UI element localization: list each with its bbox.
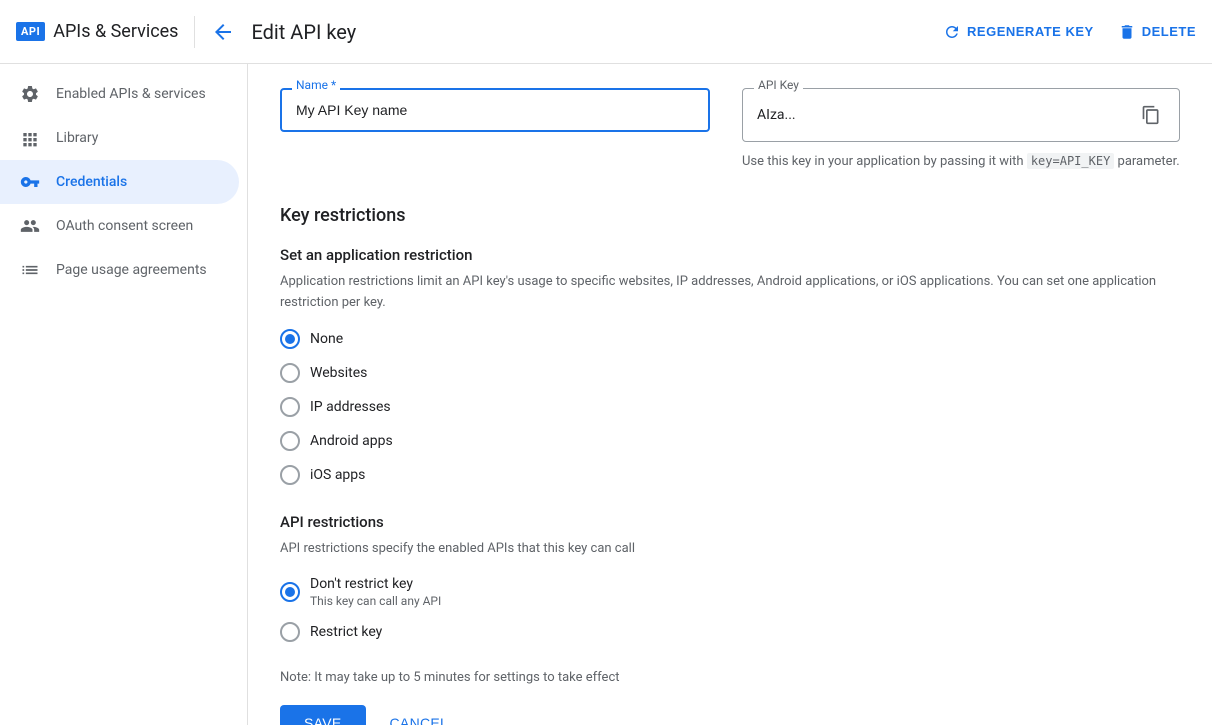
sidebar-item-enabled-apis[interactable]: Enabled APIs & services	[0, 72, 239, 116]
topbar: API APIs & Services Edit API key REGENER…	[0, 0, 1212, 64]
sidebar-item-oauth[interactable]: OAuth consent screen	[0, 204, 239, 248]
sidebar-item-page-usage[interactable]: Page usage agreements	[0, 248, 239, 292]
main-layout: Enabled APIs & services Library Credenti…	[0, 64, 1212, 725]
people-icon	[20, 216, 40, 236]
topbar-actions: REGENERATE KEY DELETE	[943, 23, 1196, 41]
note-text: Note: It may take up to 5 minutes for se…	[280, 670, 1180, 685]
api-restriction-dont-restrict[interactable]: Don't restrict key This key can call any…	[280, 576, 1180, 608]
key-restrictions-title: Key restrictions	[280, 205, 1180, 226]
app-restriction-ip[interactable]: IP addresses	[280, 397, 1180, 417]
app-title: APIs & Services	[53, 21, 178, 42]
action-buttons: SAVE CANCEL	[280, 705, 1180, 725]
back-button[interactable]	[211, 20, 235, 44]
list-icon	[20, 260, 40, 280]
radio-dont-restrict-indicator	[280, 582, 300, 602]
name-input[interactable]	[280, 88, 710, 132]
grid-icon	[20, 128, 40, 148]
sidebar-item-label: Library	[56, 130, 98, 146]
api-restriction-dont-restrict-label: Don't restrict key	[310, 576, 441, 592]
cancel-button[interactable]: CANCEL	[382, 705, 457, 725]
api-restriction-restrict-label: Restrict key	[310, 624, 382, 640]
regenerate-key-button[interactable]: REGENERATE KEY	[943, 23, 1094, 41]
api-key-hint: Use this key in your application by pass…	[742, 152, 1180, 173]
app-restriction-websites-label: Websites	[310, 365, 367, 381]
app-restriction-websites[interactable]: Websites	[280, 363, 1180, 383]
api-key-value: AIza...	[757, 107, 1129, 123]
api-restriction-dont-restrict-sub: This key can call any API	[310, 594, 441, 608]
app-restriction-radio-group: None Websites IP addresses Android apps …	[280, 329, 1180, 485]
name-field-group: Name *	[280, 88, 710, 173]
api-key-wrapper: AIza...	[742, 88, 1180, 142]
api-logo-badge: API	[16, 22, 45, 41]
api-restriction-desc: API restrictions specify the enabled API…	[280, 539, 1180, 560]
radio-android-indicator	[280, 431, 300, 451]
api-restriction-title: API restrictions	[280, 513, 1180, 531]
app-restriction-ios[interactable]: iOS apps	[280, 465, 1180, 485]
copy-api-key-button[interactable]	[1137, 101, 1165, 129]
app-logo: API APIs & Services	[16, 21, 178, 42]
page-title: Edit API key	[251, 20, 927, 44]
app-restriction-ip-label: IP addresses	[310, 399, 391, 415]
content-area: Name * API Key AIza...	[248, 64, 1212, 725]
save-button[interactable]: SAVE	[280, 705, 366, 725]
app-restriction-ios-label: iOS apps	[310, 467, 365, 483]
api-restriction-radio-group: Don't restrict key This key can call any…	[280, 576, 1180, 642]
api-key-box: API Key AIza...	[742, 88, 1180, 142]
radio-websites-indicator	[280, 363, 300, 383]
sidebar: Enabled APIs & services Library Credenti…	[0, 64, 248, 725]
sidebar-item-label: Page usage agreements	[56, 262, 207, 278]
app-restriction-android-label: Android apps	[310, 433, 393, 449]
delete-icon	[1118, 23, 1136, 41]
regenerate-key-label: REGENERATE KEY	[967, 24, 1094, 39]
sidebar-item-label: Credentials	[56, 174, 127, 190]
gear-icon	[20, 84, 40, 104]
name-label: Name *	[292, 78, 340, 92]
radio-ios-indicator	[280, 465, 300, 485]
sidebar-item-library[interactable]: Library	[0, 116, 239, 160]
delete-button[interactable]: DELETE	[1118, 23, 1196, 41]
api-key-section: API Key AIza... Use this key in your app…	[742, 88, 1180, 173]
topbar-divider	[194, 16, 195, 48]
sidebar-item-credentials[interactable]: Credentials	[0, 160, 239, 204]
app-restriction-android[interactable]: Android apps	[280, 431, 1180, 451]
sidebar-item-label: Enabled APIs & services	[56, 86, 206, 102]
app-restriction-none-label: None	[310, 331, 343, 347]
regenerate-icon	[943, 23, 961, 41]
app-restriction-title: Set an application restriction	[280, 246, 1180, 264]
api-key-hint-code: key=API_KEY	[1027, 153, 1114, 169]
sidebar-item-label: OAuth consent screen	[56, 218, 193, 234]
copy-icon	[1141, 105, 1161, 125]
app-restriction-desc: Application restrictions limit an API ke…	[280, 272, 1180, 314]
api-restriction-restrict[interactable]: Restrict key	[280, 622, 1180, 642]
app-restriction-none[interactable]: None	[280, 329, 1180, 349]
delete-label: DELETE	[1142, 24, 1196, 39]
radio-restrict-indicator	[280, 622, 300, 642]
radio-ip-indicator	[280, 397, 300, 417]
key-icon	[20, 172, 40, 192]
api-key-label: API Key	[754, 78, 803, 92]
form-row: Name * API Key AIza...	[280, 88, 1180, 173]
radio-none-indicator	[280, 329, 300, 349]
